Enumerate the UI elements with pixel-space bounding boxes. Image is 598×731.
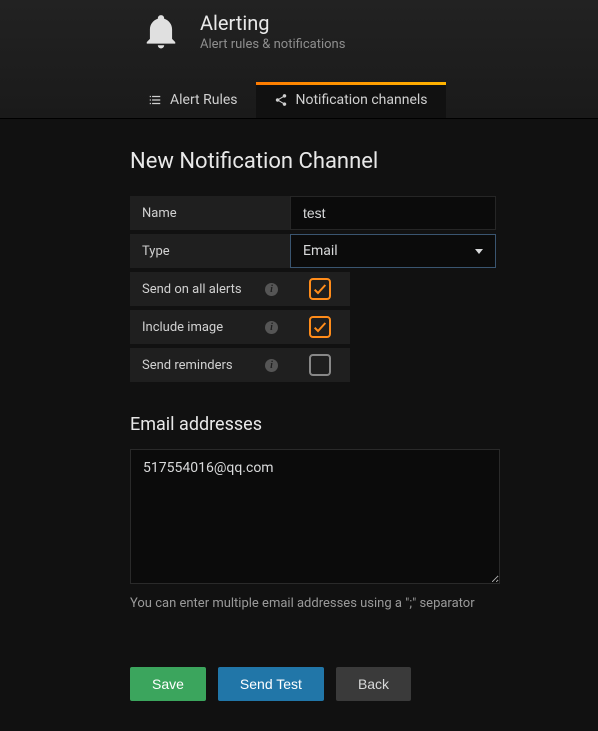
form-heading: New Notification Channel — [130, 149, 530, 174]
tab-alert-rules[interactable]: Alert Rules — [130, 82, 256, 118]
include-image-checkbox[interactable] — [309, 316, 331, 338]
info-icon[interactable]: i — [265, 321, 278, 334]
send-all-label: Send on all alerts i — [130, 272, 290, 306]
name-input[interactable] — [290, 196, 496, 230]
page-subtitle: Alert rules & notifications — [200, 37, 345, 52]
list-icon — [148, 93, 162, 107]
info-icon[interactable]: i — [265, 359, 278, 372]
page-header: Alerting Alert rules & notifications Ale… — [0, 0, 598, 119]
tab-notification-channels[interactable]: Notification channels — [256, 82, 446, 118]
page-title: Alerting — [200, 11, 345, 35]
chevron-down-icon — [475, 249, 483, 254]
send-test-button[interactable]: Send Test — [218, 667, 324, 701]
tab-alert-rules-label: Alert Rules — [170, 92, 238, 108]
name-label: Name — [130, 196, 290, 230]
tabs: Alert Rules Notification channels — [0, 82, 598, 118]
send-all-checkbox[interactable] — [309, 278, 331, 300]
send-reminders-checkbox[interactable] — [309, 354, 331, 376]
bell-icon — [140, 10, 182, 52]
email-section-title: Email addresses — [130, 414, 530, 435]
save-button[interactable]: Save — [130, 667, 206, 701]
email-addresses-textarea[interactable] — [130, 449, 500, 584]
back-button[interactable]: Back — [336, 667, 411, 701]
type-label: Type — [130, 234, 290, 268]
tab-notification-channels-label: Notification channels — [296, 92, 428, 108]
send-reminders-label: Send reminders i — [130, 348, 290, 382]
share-icon — [274, 93, 288, 107]
type-select-value: Email — [303, 243, 338, 259]
info-icon[interactable]: i — [265, 283, 278, 296]
include-image-label: Include image i — [130, 310, 290, 344]
email-helper-text: You can enter multiple email addresses u… — [130, 596, 530, 611]
type-select[interactable]: Email — [290, 234, 496, 268]
